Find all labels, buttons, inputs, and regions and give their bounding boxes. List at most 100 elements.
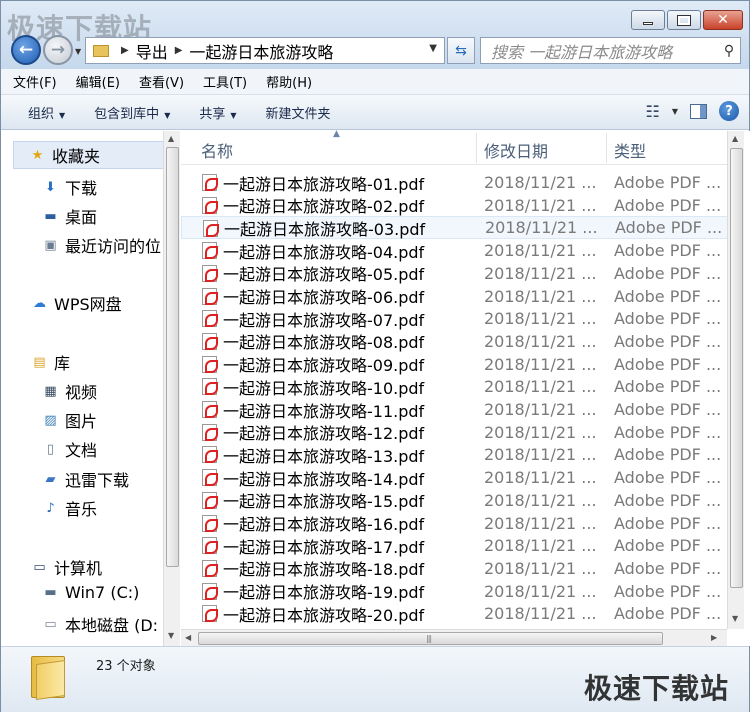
file-row[interactable]: 一起游日本旅游攻略-06.pdf 2018/11/21 ... Adobe PDF … (181, 285, 731, 308)
search-input[interactable]: 搜索 一起游日本旅游攻略 (481, 39, 718, 63)
address-dropdown-icon[interactable]: ▼ (429, 43, 437, 54)
column-divider[interactable] (476, 133, 477, 163)
horizontal-scrollbar[interactable]: ◀ ||| ▶ (181, 629, 727, 646)
file-row[interactable]: 一起游日本旅游攻略-20.pdf 2018/11/21 ... Adobe PDF … (181, 602, 731, 625)
close-button[interactable]: ✕ (703, 10, 743, 30)
file-row[interactable]: 一起游日本旅游攻略-19.pdf 2018/11/21 ... Adobe PDF … (181, 580, 731, 603)
file-name: 一起游日本旅游攻略-03.pdf (224, 219, 426, 239)
chevron-right-icon[interactable]: ▶ (121, 45, 129, 56)
refresh-icon: ⇆ (455, 42, 467, 59)
breadcrumb-current-folder[interactable]: 一起游日本旅游攻略 (189, 39, 333, 63)
close-icon: ✕ (717, 12, 729, 28)
scroll-up-icon[interactable]: ▲ (732, 134, 738, 143)
nav-videos[interactable]: ▦ 视频 (42, 379, 97, 403)
nav-scrollbar[interactable]: ▲ ▼ (163, 131, 180, 646)
nav-wps-cloud[interactable]: ☁ WPS网盘 (31, 291, 122, 315)
nav-scroll-thumb[interactable] (166, 147, 179, 567)
forward-arrow-icon: → (50, 40, 66, 60)
view-dropdown-icon[interactable]: ▼ (672, 107, 678, 116)
nav-pictures[interactable]: ▨ 图片 (42, 408, 97, 432)
nav-computer[interactable]: ▭ 计算机 (31, 555, 102, 579)
help-icon[interactable]: ? (719, 101, 739, 121)
file-row[interactable]: 一起游日本旅游攻略-15.pdf 2018/11/21 ... Adobe PDF … (181, 489, 731, 512)
menu-tools[interactable]: 工具(T) (203, 72, 247, 91)
nav-documents[interactable]: ▯ 文档 (42, 437, 97, 461)
file-date: 2018/11/21 ... (484, 377, 597, 397)
chevron-right-icon[interactable]: ▶ (175, 45, 183, 56)
view-controls: ☷ ▼ ? (646, 101, 739, 121)
nav-downloads[interactable]: ⬇ 下载 (42, 175, 97, 199)
scroll-left-icon[interactable]: ◀ (185, 633, 191, 642)
file-row[interactable]: 一起游日本旅游攻略-01.pdf 2018/11/21 ... Adobe PDF … (181, 171, 731, 194)
nav-favorites[interactable]: ★ 收藏夹 (13, 141, 163, 169)
file-row[interactable]: 一起游日本旅游攻略-03.pdf 2018/11/21 ... Adobe PDF … (181, 216, 731, 240)
file-date: 2018/11/21 ... (484, 400, 597, 419)
nav-label: Win7 (C:) (65, 583, 140, 602)
file-row[interactable]: 一起游日本旅游攻略-07.pdf 2018/11/21 ... Adobe PDF … (181, 307, 731, 330)
nav-music[interactable]: ♪ 音乐 (42, 496, 97, 520)
column-divider[interactable] (606, 133, 607, 163)
file-scroll-thumb[interactable] (730, 148, 743, 588)
minimize-button[interactable] (631, 10, 665, 30)
file-row[interactable]: 一起游日本旅游攻略-13.pdf 2018/11/21 ... Adobe PDF … (181, 443, 731, 466)
file-date: 2018/11/21 ... (484, 354, 597, 374)
menu-view[interactable]: 查看(V) (139, 72, 184, 91)
file-row[interactable]: 一起游日本旅游攻略-17.pdf 2018/11/21 ... Adobe PDF … (181, 534, 731, 557)
scroll-up-icon[interactable]: ▲ (168, 134, 174, 143)
nav-drive-d[interactable]: ▭ 本地磁盘 (D: (42, 612, 158, 636)
new-folder-button[interactable]: 新建文件夹 (266, 103, 331, 122)
scroll-down-icon[interactable]: ▼ (732, 614, 738, 623)
nav-recent[interactable]: ▣ 最近访问的位 (42, 233, 161, 257)
file-row[interactable]: 一起游日本旅游攻略-08.pdf 2018/11/21 ... Adobe PDF … (181, 330, 731, 353)
file-name: 一起游日本旅游攻略-14.pdf (223, 469, 425, 489)
file-date: 2018/11/21 ... (484, 173, 597, 192)
scroll-right-icon[interactable]: ▶ (711, 633, 717, 642)
preview-pane-icon[interactable] (690, 103, 707, 119)
column-type[interactable]: 类型 (614, 138, 646, 162)
pdf-file-icon (202, 537, 218, 555)
column-date-modified[interactable]: 修改日期 (484, 138, 548, 162)
organize-button[interactable]: 组织 ▼ (28, 103, 65, 122)
menu-file[interactable]: 文件(F) (13, 72, 57, 91)
file-name: 一起游日本旅游攻略-18.pdf (223, 560, 425, 580)
file-row[interactable]: 一起游日本旅游攻略-10.pdf 2018/11/21 ... Adobe PDF … (181, 375, 731, 398)
grip-icon: ||| (426, 634, 432, 643)
share-button[interactable]: 共享 ▼ (199, 103, 236, 122)
file-row[interactable]: 一起游日本旅游攻略-05.pdf 2018/11/21 ... Adobe PDF … (181, 262, 731, 285)
file-row[interactable]: 一起游日本旅游攻略-04.pdf 2018/11/21 ... Adobe PDF … (181, 239, 731, 262)
menu-edit[interactable]: 编辑(E) (76, 72, 120, 91)
file-type: Adobe PDF ... (614, 400, 722, 419)
file-row[interactable]: 一起游日本旅游攻略-11.pdf 2018/11/21 ... Adobe PDF … (181, 398, 731, 421)
scroll-down-icon[interactable]: ▼ (168, 631, 174, 640)
refresh-button[interactable]: ⇆ (447, 37, 475, 64)
file-list-scrollbar[interactable]: ▲ ▼ (727, 131, 744, 629)
forward-button[interactable]: → (43, 35, 73, 65)
column-name[interactable]: 名称 (201, 138, 233, 162)
file-row[interactable]: 一起游日本旅游攻略-12.pdf 2018/11/21 ... Adobe PDF … (181, 421, 731, 444)
file-type: Adobe PDF ... (614, 604, 722, 624)
file-row[interactable]: 一起游日本旅游攻略-02.pdf 2018/11/21 ... Adobe PDF … (181, 194, 731, 217)
view-options-icon[interactable]: ☷ (646, 102, 660, 121)
share-label: 共享 (199, 106, 226, 122)
file-date: 2018/11/21 ... (484, 604, 597, 624)
file-row[interactable]: 一起游日本旅游攻略-18.pdf 2018/11/21 ... Adobe PDF … (181, 557, 731, 580)
menu-help[interactable]: 帮助(H) (266, 72, 312, 91)
file-row[interactable]: 一起游日本旅游攻略-14.pdf 2018/11/21 ... Adobe PDF … (181, 466, 731, 489)
file-row[interactable]: 一起游日本旅游攻略-09.pdf 2018/11/21 ... Adobe PDF … (181, 353, 731, 376)
horizontal-scroll-thumb[interactable]: ||| (198, 632, 663, 645)
file-row[interactable]: 一起游日本旅游攻略-16.pdf 2018/11/21 ... Adobe PDF … (181, 512, 731, 535)
nav-libraries[interactable]: ▤ 库 (31, 350, 70, 374)
pdf-file-icon (203, 220, 219, 238)
nav-thunder-downloads[interactable]: ▰ 迅雷下载 (42, 467, 130, 491)
history-dropdown-icon[interactable]: ▼ (75, 47, 81, 56)
pdf-file-icon (202, 264, 218, 282)
nav-drive-c[interactable]: ▬ Win7 (C:) (42, 583, 139, 602)
breadcrumb-export[interactable]: 导出 (136, 39, 168, 63)
maximize-button[interactable] (667, 10, 701, 30)
address-bar[interactable]: ▶ 导出 ▶ 一起游日本旅游攻略 ▼ (85, 37, 445, 64)
back-button[interactable]: ← (11, 35, 41, 65)
search-box[interactable]: 搜索 一起游日本旅游攻略 ⚲ (480, 37, 741, 64)
nav-desktop[interactable]: ▬ 桌面 (42, 204, 97, 228)
file-name: 一起游日本旅游攻略-07.pdf (223, 310, 425, 330)
include-in-library-button[interactable]: 包含到库中 ▼ (94, 103, 170, 122)
